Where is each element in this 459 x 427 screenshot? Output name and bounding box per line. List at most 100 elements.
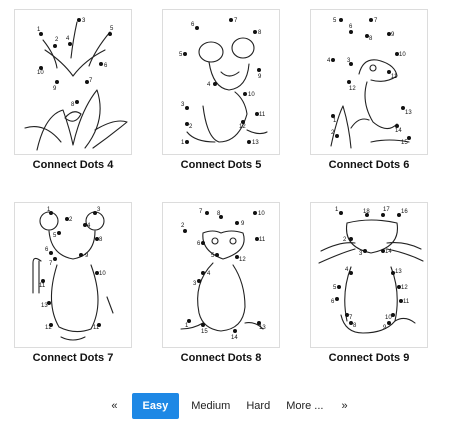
svg-text:5: 5 <box>53 233 57 239</box>
svg-text:11: 11 <box>259 237 266 243</box>
svg-text:1: 1 <box>181 140 185 146</box>
svg-text:5: 5 <box>179 52 183 58</box>
svg-text:12: 12 <box>45 325 52 331</box>
worksheet-card-7[interactable]: 1 3 2 5 4 8 6 9 7 10 11 13 12 11 Connect… <box>14 202 132 364</box>
svg-text:11: 11 <box>93 325 100 331</box>
svg-text:2: 2 <box>69 217 73 223</box>
svg-text:8: 8 <box>369 36 373 42</box>
worksheet-title[interactable]: Connect Dots 8 <box>162 352 280 364</box>
svg-text:10: 10 <box>385 315 392 321</box>
worksheet-title[interactable]: Connect Dots 6 <box>310 159 428 171</box>
worksheet-card-6[interactable]: 5 7 6 9 8 10 4 3 11 12 13 1 2 14 15 Conn… <box>310 9 428 171</box>
svg-text:8: 8 <box>353 323 357 329</box>
worksheet-card-4[interactable]: 1 3 2 4 5 6 7 9 10 8 Connect Dots 4 <box>14 9 132 171</box>
worksheet-card-9[interactable]: 1 18 17 16 2 3 14 4 13 5 12 6 11 7 10 8 … <box>310 202 428 364</box>
svg-text:2: 2 <box>189 124 193 130</box>
svg-text:3: 3 <box>181 102 185 108</box>
svg-text:3: 3 <box>97 207 101 213</box>
svg-text:6: 6 <box>45 247 49 253</box>
worksheet-title[interactable]: Connect Dots 5 <box>162 159 280 171</box>
svg-text:7: 7 <box>89 78 93 84</box>
svg-text:12: 12 <box>239 257 246 263</box>
difficulty-medium[interactable]: Medium <box>183 393 238 419</box>
prev-page-arrow[interactable]: « <box>101 393 127 419</box>
svg-text:6: 6 <box>191 22 195 28</box>
worksheet-thumbnail[interactable]: 1 3 2 4 5 6 7 9 10 8 <box>14 9 132 155</box>
svg-text:5: 5 <box>333 285 337 291</box>
svg-text:3: 3 <box>359 251 363 257</box>
svg-text:4: 4 <box>66 36 70 42</box>
svg-text:11: 11 <box>39 283 46 289</box>
svg-text:6: 6 <box>104 63 108 69</box>
worksheet-thumbnail[interactable]: 5 7 6 9 8 10 4 3 11 12 13 1 2 14 15 <box>310 9 428 155</box>
svg-text:7: 7 <box>49 261 53 267</box>
svg-text:8: 8 <box>258 30 262 36</box>
next-page-arrow[interactable]: » <box>331 393 357 419</box>
svg-text:12: 12 <box>239 124 246 130</box>
svg-text:18: 18 <box>363 209 370 215</box>
svg-text:12: 12 <box>401 285 408 291</box>
svg-text:8: 8 <box>99 237 103 243</box>
mouse-drawing-icon: 7 6 8 5 9 4 10 3 11 2 12 1 13 <box>179 18 268 146</box>
svg-text:4: 4 <box>207 82 211 88</box>
worksheet-card-5[interactable]: 7 6 8 5 9 4 10 3 11 2 12 1 13 Connect Do… <box>162 9 280 171</box>
worksheet-thumbnail[interactable]: 1 18 17 16 2 3 14 4 13 5 12 6 11 7 10 8 … <box>310 202 428 348</box>
svg-text:13: 13 <box>405 110 412 116</box>
svg-text:15: 15 <box>201 329 208 335</box>
difficulty-hard[interactable]: Hard <box>238 393 278 419</box>
svg-text:10: 10 <box>248 92 255 98</box>
svg-text:5: 5 <box>110 26 114 32</box>
svg-text:14: 14 <box>231 335 238 341</box>
svg-text:11: 11 <box>391 74 398 80</box>
svg-text:10: 10 <box>399 52 406 58</box>
worksheet-title[interactable]: Connect Dots 7 <box>14 352 132 364</box>
svg-text:6: 6 <box>197 241 201 247</box>
difficulty-easy[interactable]: Easy <box>131 393 180 419</box>
worksheet-thumbnail[interactable]: 7 6 8 5 9 4 10 3 11 2 12 1 13 <box>162 9 280 155</box>
worksheet-title[interactable]: Connect Dots 9 <box>310 352 428 364</box>
svg-text:12: 12 <box>349 86 356 92</box>
svg-text:7: 7 <box>234 18 238 24</box>
svg-text:17: 17 <box>383 207 390 213</box>
svg-text:2: 2 <box>55 37 59 43</box>
svg-text:13: 13 <box>259 325 266 331</box>
cat-drawing-icon: 7 8 10 9 2 6 11 5 12 4 3 1 15 14 13 <box>180 209 266 341</box>
svg-text:4: 4 <box>345 267 349 273</box>
svg-text:9: 9 <box>241 221 245 227</box>
difficulty-more[interactable]: More ... <box>278 393 331 419</box>
worksheet-title[interactable]: Connect Dots 4 <box>14 159 132 171</box>
worksheet-thumbnail[interactable]: 1 3 2 5 4 8 6 9 7 10 11 13 12 11 <box>14 202 132 348</box>
worksheet-thumbnail[interactable]: 7 8 10 9 2 6 11 5 12 4 3 1 15 14 13 <box>162 202 280 348</box>
svg-text:4: 4 <box>207 271 211 277</box>
svg-text:15: 15 <box>401 140 408 146</box>
svg-text:3: 3 <box>82 18 86 24</box>
svg-text:16: 16 <box>401 209 408 215</box>
svg-text:2: 2 <box>181 223 185 229</box>
svg-text:9: 9 <box>53 86 57 92</box>
svg-text:13: 13 <box>252 140 259 146</box>
difficulty-pagination: « Easy Medium Hard More ... » <box>0 393 459 419</box>
svg-text:11: 11 <box>259 112 266 118</box>
svg-text:9: 9 <box>85 253 89 259</box>
svg-text:3: 3 <box>193 281 197 287</box>
svg-text:6: 6 <box>349 24 353 30</box>
plant-drawing-icon: 1 3 2 4 5 6 7 9 10 8 <box>24 18 128 151</box>
svg-text:1: 1 <box>335 207 339 213</box>
svg-text:5: 5 <box>211 253 215 259</box>
svg-text:7: 7 <box>199 209 203 215</box>
svg-text:10: 10 <box>37 70 44 76</box>
svg-text:10: 10 <box>99 271 106 277</box>
worksheet-card-8[interactable]: 7 8 10 9 2 6 11 5 12 4 3 1 15 14 13 Conn… <box>162 202 280 364</box>
svg-text:7: 7 <box>349 315 353 321</box>
svg-text:11: 11 <box>403 299 410 305</box>
svg-text:14: 14 <box>385 249 392 255</box>
svg-text:5: 5 <box>333 18 337 24</box>
svg-text:9: 9 <box>258 74 262 80</box>
mouse-candy-drawing-icon: 1 3 2 5 4 8 6 9 7 10 11 13 12 11 <box>32 207 114 341</box>
svg-text:8: 8 <box>71 102 75 108</box>
svg-text:13: 13 <box>395 269 402 275</box>
svg-text:7: 7 <box>374 18 378 24</box>
svg-text:10: 10 <box>258 211 265 217</box>
svg-text:9: 9 <box>391 32 395 38</box>
bird-drawing-icon: 5 7 6 9 8 10 4 3 11 12 13 1 2 14 15 <box>327 18 412 149</box>
